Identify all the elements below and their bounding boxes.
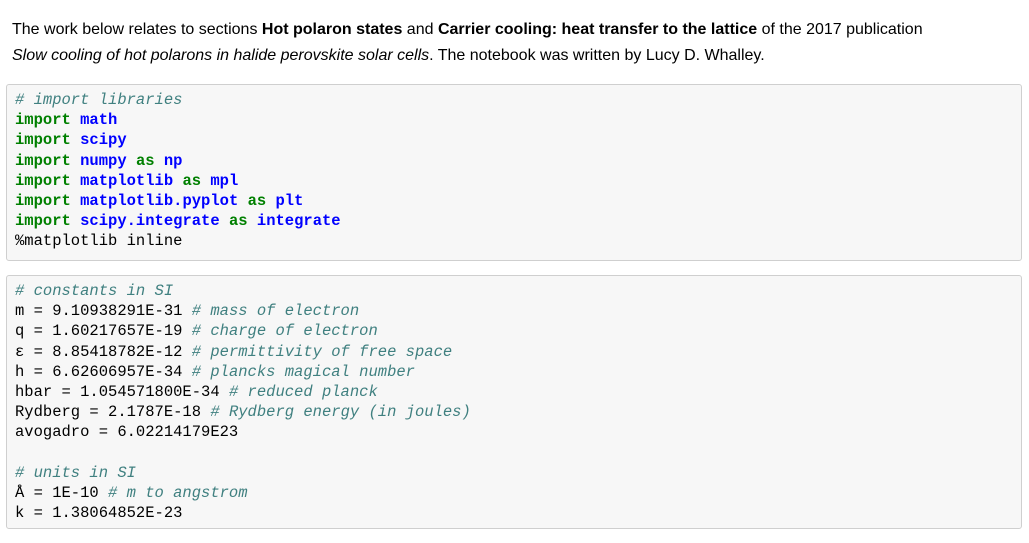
code-comment: # charge of electron (191, 322, 378, 341)
code-text: k = 1.38064852E-23 (15, 504, 183, 523)
code-line: Å = 1E-10 # m to angstrom (15, 483, 1021, 503)
code-comment: # units in SI (15, 463, 136, 482)
code-line: m = 9.10938291E-31 # mass of electron (15, 301, 1021, 321)
code-line: q = 1.60217657E-19 # charge of electron (15, 321, 1021, 341)
code-keyword: as (182, 171, 202, 190)
code-line: k = 1.38064852E-23 (15, 503, 1021, 523)
code-name: math (80, 111, 118, 130)
code-text: q = 1.60217657E-19 (15, 322, 192, 341)
code-line: import matplotlib as mpl (15, 171, 1021, 191)
code-comment: # constants in SI (15, 282, 174, 300)
code-comment: # reduced planck (228, 382, 378, 401)
code-name: scipy.integrate (80, 212, 220, 231)
code-keyword: as (247, 191, 267, 210)
code-comment: # Rydberg energy (in joules) (210, 403, 471, 422)
code-comment: # mass of electron (191, 302, 360, 321)
code-text: avogadro = 6.02214179E23 (15, 423, 239, 442)
code-name: plt (275, 191, 304, 210)
code-keyword: as (135, 151, 155, 170)
code-comment: # import libraries (15, 91, 183, 109)
code-name: scipy (80, 131, 127, 150)
code-keyword: as (228, 212, 248, 231)
intro-of-the: of the 2017 publication (757, 21, 923, 38)
intro-paragraph: The work below relates to sections Hot p… (12, 17, 1024, 69)
code-keyword: import (15, 212, 71, 231)
code-keyword: import (15, 131, 71, 150)
code-line: import scipy (15, 130, 1021, 150)
code-editor-imports[interactable]: # import libraries import math import scip… (7, 85, 1021, 252)
code-line: import math (15, 110, 1021, 130)
code-line: %matplotlib inline (15, 231, 1021, 251)
code-editor-constants[interactable]: # constants in SI m = 9.10938291E-31 # ma… (7, 276, 1021, 523)
code-text: %matplotlib inline (15, 232, 183, 251)
code-keyword: import (15, 171, 71, 190)
code-text: ε = 8.85418782E-12 (15, 342, 192, 361)
code-line: hbar = 1.054571800E-34 # reduced planck (15, 382, 1021, 402)
code-comment: # permittivity of free space (191, 342, 453, 361)
code-name: numpy (80, 151, 127, 170)
intro-and: and (402, 21, 438, 38)
code-name: mpl (210, 171, 239, 190)
code-text: m = 9.10938291E-31 (15, 302, 192, 321)
section-carrier-cooling: Carrier cooling: heat transfer to the la… (437, 21, 758, 38)
code-line: # constants in SI (15, 281, 1021, 301)
code-comment: # m to angstrom (108, 483, 248, 502)
code-line: # import libraries (15, 90, 1021, 110)
code-comment: # plancks magical number (191, 362, 415, 381)
code-cell-constants[interactable]: # constants in SI m = 9.10938291E-31 # ma… (6, 275, 1022, 529)
code-line: avogadro = 6.02214179E23 (15, 422, 1021, 442)
code-line: # units in SI (15, 463, 1021, 483)
code-text: h = 6.62606957E-34 (15, 362, 192, 381)
code-keyword: import (15, 191, 71, 210)
publication-title: Slow cooling of hot polarons in halide p… (12, 47, 430, 64)
intro-suffix: . The notebook was written by Lucy D. Wh… (429, 47, 765, 64)
code-name: integrate (256, 212, 341, 231)
code-line: import matplotlib.pyplot as plt (15, 191, 1021, 211)
code-keyword: import (15, 151, 71, 170)
code-text: Å = 1E-10 (15, 483, 109, 502)
intro-prefix: The work below relates to sections (12, 21, 262, 38)
code-line: import scipy.integrate as integrate (15, 211, 1021, 231)
code-text: Rydberg = 2.1787E-18 (15, 403, 211, 422)
section-hot-polaron: Hot polaron states (261, 21, 403, 38)
code-cell-imports[interactable]: # import libraries import math import scip… (6, 84, 1022, 261)
code-name: matplotlib.pyplot (80, 191, 239, 210)
code-line: Rydberg = 2.1787E-18 # Rydberg energy (i… (15, 402, 1021, 422)
code-keyword: import (15, 111, 71, 130)
code-name: np (163, 151, 183, 170)
code-line: ε = 8.85418782E-12 # permittivity of fre… (15, 342, 1021, 362)
code-text: hbar = 1.054571800E-34 (15, 382, 229, 401)
code-name: matplotlib (80, 171, 174, 190)
code-line: h = 6.62606957E-34 # plancks magical num… (15, 362, 1021, 382)
code-line: import numpy as np (15, 151, 1021, 171)
